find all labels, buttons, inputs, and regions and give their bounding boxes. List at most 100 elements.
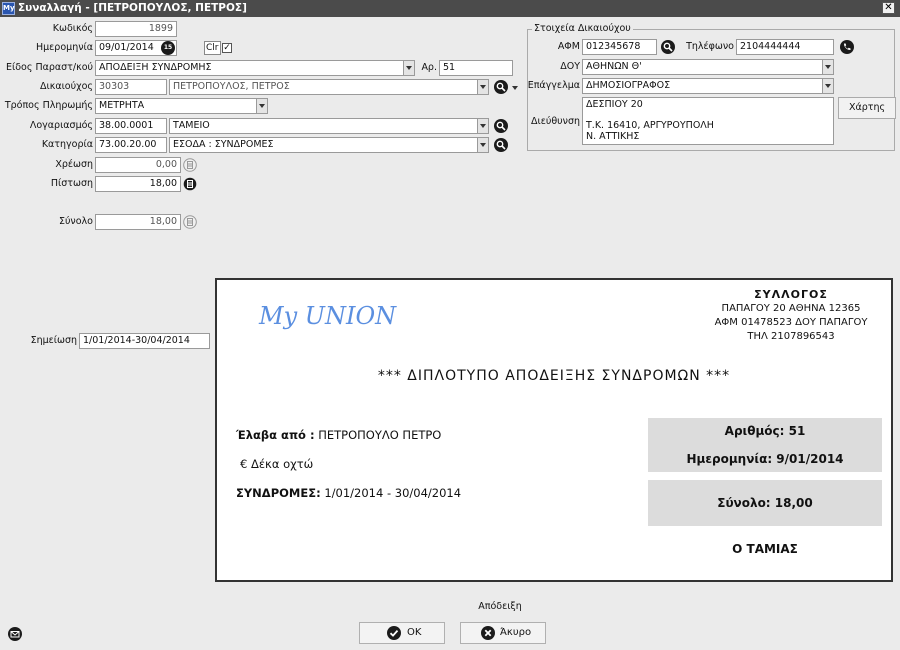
account-code-field[interactable]: 38.00.0001 [95, 118, 167, 134]
debit-field[interactable]: 0,00 [95, 157, 181, 173]
ok-label: OK [407, 627, 422, 638]
doy-label: ΔΟΥ [560, 61, 580, 72]
cancel-label: Άκυρο [500, 627, 532, 638]
cancel-button[interactable]: Άκυρο [460, 622, 546, 644]
category-name: ΕΣΟΔΑ : ΣΥΝΔΡΟΜΕΣ [173, 139, 274, 150]
address-line: Ν. ΑΤΤΙΚΗΣ [586, 130, 640, 142]
org-phone: ΤΗΛ 2107896543 [747, 331, 835, 342]
total-field[interactable]: 18,00 [95, 214, 181, 230]
credit-label: Πίστωση [50, 178, 93, 189]
received-value: ΠΕΤΡΟΠΟΥΛΟ ΠΕΤΡΟ [318, 428, 442, 442]
chevron-down-icon[interactable] [822, 60, 833, 74]
note-field[interactable]: 1/01/2014-30/04/2014 [79, 333, 210, 349]
doctype-value: ΑΠΟΔΕΙΞΗ ΣΥΝΔΡΟΜΗΣ [99, 62, 212, 73]
chevron-down-icon[interactable] [822, 79, 833, 93]
receipt-preview: My UNION ΣΥΛΛΟΓΟΣ ΠΑΠΑΓΟΥ 20 ΑΘΗΝΑ 12365… [215, 278, 893, 582]
account-label: Λογαριασμός [29, 120, 93, 131]
calculator-icon[interactable] [183, 215, 197, 229]
afm-label: ΑΦΜ [557, 41, 580, 52]
org-address: ΠΑΠΑΓΟΥ 20 ΑΘΗΝΑ 12365 [721, 303, 861, 314]
title-bar: My Συναλλαγή - [ΠΕΤΡΟΠΟΥΛΟΣ, ΠΕΤΡΟΣ] ✕ [0, 0, 900, 17]
address-field[interactable]: ΔΕΣΠΙΟΥ 20 Τ.Κ. 16410, ΑΡΓΥΡΟΥΠΟΛΗ Ν. ΑΤ… [582, 97, 834, 145]
category-select[interactable]: ΕΣΟΔΑ : ΣΥΝΔΡΟΜΕΣ [169, 137, 489, 153]
debit-label: Χρέωση [55, 159, 93, 170]
receipt-number: Αριθμός: 51 [724, 424, 806, 438]
beneficiary-name: ΠΕΤΡΟΠΟΥΛΟΣ, ΠΕΤΡΟΣ [173, 81, 290, 92]
search-icon[interactable] [661, 40, 675, 54]
envelope-icon[interactable] [8, 627, 22, 641]
search-icon[interactable] [494, 80, 508, 94]
number-label: Αρ. [421, 62, 437, 73]
doctype-select[interactable]: ΑΠΟΔΕΙΞΗ ΣΥΝΔΡΟΜΗΣ [95, 60, 415, 76]
chevron-down-icon[interactable] [256, 99, 267, 113]
org-afm: ΑΦΜ 01478523 ΔΟΥ ΠΑΠΑΓΟΥ [714, 317, 868, 328]
phone-label: Τηλέφωνο [686, 41, 734, 52]
subscriptions-line: ΣΥΝΔΡΟΜΕΣ: 1/01/2014 - 30/04/2014 [236, 486, 461, 500]
organization-info: ΣΥΛΛΟΓΟΣ ΠΑΠΑΓΟΥ 20 ΑΘΗΝΑ 12365 ΑΦΜ 0147… [701, 288, 881, 344]
address-line: Τ.Κ. 16410, ΑΡΓΥΡΟΥΠΟΛΗ [586, 120, 714, 131]
phone-field[interactable]: 2104444444 [736, 39, 834, 55]
map-button[interactable]: Χάρτης [838, 97, 896, 119]
calculator-icon[interactable] [183, 158, 197, 172]
chevron-down-icon[interactable] [477, 80, 488, 94]
doy-select[interactable]: ΑΘΗΝΩΝ Θ' [582, 59, 834, 75]
dropdown-arrow-icon[interactable] [512, 86, 518, 90]
payment-select[interactable]: ΜΕΤΡΗΤΑ [95, 98, 268, 114]
org-name: ΣΥΛΛΟΓΟΣ [754, 288, 828, 301]
app-icon: My [2, 2, 15, 15]
subscriptions-label: ΣΥΝΔΡΟΜΕΣ: [236, 486, 321, 500]
subscriptions-value: 1/01/2014 - 30/04/2014 [324, 486, 462, 500]
date-label: Ημερομηνία [35, 42, 93, 53]
receipt-total: Σύνολο: 18,00 [648, 480, 882, 526]
received-from-line: Έλαβα από : ΠΕΤΡΟΠΟΥΛΟ ΠΕΤΡΟ [236, 428, 441, 442]
chevron-down-icon[interactable] [403, 61, 414, 75]
address-line: ΔΕΣΠΙΟΥ 20 [586, 99, 643, 110]
address-label: Διεύθυνση [530, 116, 580, 127]
beneficiary-code-field[interactable]: 30303 [95, 79, 167, 95]
date-value: 09/01/2014 [99, 42, 154, 53]
search-icon[interactable] [494, 119, 508, 133]
cashier-label: Ο ΤΑΜΙΑΣ [732, 542, 798, 556]
afm-field[interactable]: 012345678 [582, 39, 657, 55]
receipt-caption: Απόδειξη [478, 601, 522, 612]
receipt-number-box: Αριθμός: 51 Ημερομηνία: 9/01/2014 [648, 418, 882, 472]
search-icon[interactable] [494, 138, 508, 152]
profession-select[interactable]: ΔΗΜΟΣΙΟΓΡΑΦΟΣ [582, 78, 834, 94]
phone-icon[interactable] [840, 40, 854, 54]
calculator-icon[interactable] [183, 177, 197, 191]
chevron-down-icon[interactable] [477, 119, 488, 133]
received-label: Έλαβα από : [236, 428, 315, 442]
check-icon [387, 626, 401, 640]
close-button[interactable]: ✕ [882, 2, 895, 14]
amount-words: € Δέκα οχτώ [240, 457, 314, 471]
doy-value: ΑΘΗΝΩΝ Θ' [586, 61, 642, 72]
clr-checkbox[interactable]: ✓ [222, 43, 232, 53]
receipt-date: Ημερομηνία: 9/01/2014 [686, 452, 844, 466]
ok-button[interactable]: OK [359, 622, 445, 644]
category-code-field[interactable]: 73.00.20.00 [95, 137, 167, 153]
union-logo: My UNION [259, 302, 397, 330]
credit-field[interactable]: 18,00 [95, 176, 181, 192]
group-legend: Στοιχεία Δικαιούχου [532, 23, 633, 34]
doctype-label: Είδος Παραστ/κού [6, 62, 93, 73]
number-field[interactable]: 51 [439, 60, 513, 76]
category-label: Κατηγορία [41, 139, 93, 150]
account-select[interactable]: ΤΑΜΕΙΟ [169, 118, 489, 134]
cancel-icon [481, 626, 495, 640]
profession-label: Επάγγελμα [527, 80, 580, 91]
total-label: Σύνολο [58, 216, 93, 227]
beneficiary-label: Δικαιούχος [40, 81, 93, 92]
code-field[interactable]: 1899 [95, 21, 177, 37]
calendar-icon[interactable]: 15 [161, 41, 175, 55]
profession-value: ΔΗΜΟΣΙΟΓΡΑΦΟΣ [586, 80, 671, 91]
payment-label: Τρόπος Πληρωμής [4, 100, 93, 111]
beneficiary-select[interactable]: ΠΕΤΡΟΠΟΥΛΟΣ, ΠΕΤΡΟΣ [169, 79, 489, 95]
receipt-heading: *** ΔΙΠΛΟΤΥΠΟ ΑΠΟΔΕΙΞΗΣ ΣΥΝΔΡΟΜΩΝ *** [377, 368, 731, 384]
window-title: Συναλλαγή - [ΠΕΤΡΟΠΟΥΛΟΣ, ΠΕΤΡΟΣ] [18, 2, 247, 14]
chevron-down-icon[interactable] [477, 138, 488, 152]
payment-value: ΜΕΤΡΗΤΑ [99, 100, 145, 111]
code-label: Κωδικός [52, 23, 93, 34]
clr-button[interactable]: Clr [204, 41, 221, 55]
note-label: Σημείωση [30, 335, 77, 346]
account-name: ΤΑΜΕΙΟ [173, 120, 210, 131]
